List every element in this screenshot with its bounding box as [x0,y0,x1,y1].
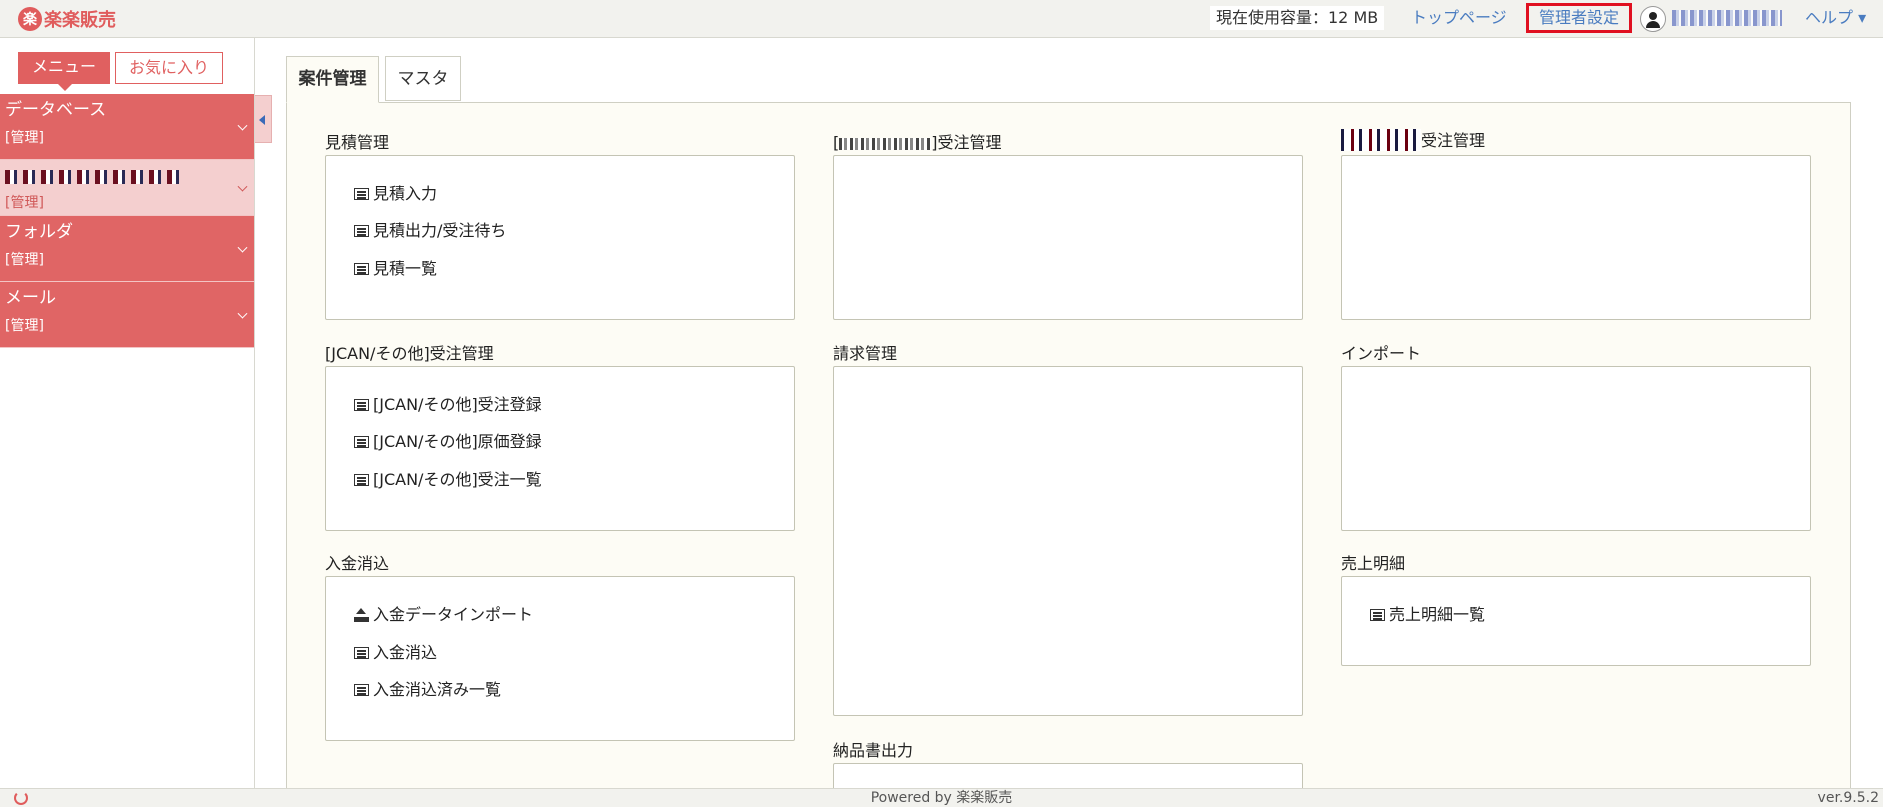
sidebar-item-sub: [管理] [5,130,44,146]
header-bar: 楽 楽楽販売 現在使用容量：12 MB トップページ 管理者設定 ヘルプ ▾ [0,0,1883,38]
masked-text [5,170,180,184]
sidebar-collapse-toggle[interactable] [255,95,272,143]
masked-text [1341,129,1421,151]
sidebar-item-sub: [管理] [5,318,44,334]
list-icon [354,399,369,411]
link-sales-detail-list[interactable]: 売上明細一覧 [1370,605,1485,625]
upload-icon [354,608,369,622]
entry-label: 見積入力 [373,184,438,203]
entry-label: 見積一覧 [373,259,438,278]
link-payment-import[interactable]: 入金データインポート [354,605,533,625]
section-box-sales: 売上明細一覧 [1341,576,1811,666]
section-title-billing: 請求管理 [833,344,898,363]
section-title-payment: 入金消込 [325,554,390,573]
link-payment-cleared-list[interactable]: 入金消込済み一覧 [354,680,501,700]
logo-text: 楽楽販売 [44,10,116,31]
section-title-import: インポート [1341,344,1422,363]
link-estimate-output[interactable]: 見積出力/受注待ち [354,221,506,241]
sidebar-item-sub: [管理] [5,252,44,268]
sidebar: メニュー お気に入り データベース [管理] [管理] フォルダ [管理] メー… [0,38,255,788]
logo-mark-icon: 楽 [18,7,42,31]
section-box-bracket-order [833,155,1303,320]
masked-text [839,137,932,150]
section-title-masked-order: 受注管理 [1341,129,1485,151]
link-jcan-order-register[interactable]: [JCAN/その他]受注登録 [354,395,542,415]
link-estimate-input[interactable]: 見積入力 [354,184,437,204]
link-jcan-cost-register[interactable]: [JCAN/その他]原価登録 [354,432,542,452]
sidebar-item-sub: [管理] [5,195,44,211]
section-box-jcan: [JCAN/その他]受注登録 [JCAN/その他]原価登録 [JCAN/その他]… [325,366,795,531]
sidebar-tab-menu[interactable]: メニュー [18,52,110,91]
section-box-payment: 入金データインポート 入金消込 入金消込済み一覧 [325,576,795,741]
sidebar-item-database[interactable]: データベース [管理] [0,94,254,160]
link-jcan-order-list[interactable]: [JCAN/その他]受注一覧 [354,470,542,490]
title-suffix: 受注管理 [1421,131,1486,150]
sidebar-tab-favorites[interactable]: お気に入り [115,52,223,84]
help-menu[interactable]: ヘルプ ▾ [1805,6,1866,30]
sidebar-item-title: メール [5,288,56,308]
sidebar-item-title: フォルダ [5,222,73,242]
main-panel: 見積管理 見積入力 見積出力/受注待ち 見積一覧 [JCAN/その他]受注管理 … [286,102,1851,807]
list-icon [354,225,369,237]
entry-label: 入金消込済み一覧 [373,680,502,699]
user-name-masked[interactable] [1672,10,1782,26]
version-label: ver.9.5.2 [1817,790,1879,806]
footer-bar: Powered by 楽楽販売 ver.9.5.2 [0,788,1883,807]
entry-label: 見積出力/受注待ち [373,221,507,240]
list-icon [354,263,369,275]
powered-by: Powered by 楽楽販売 [870,790,1013,806]
list-icon [354,436,369,448]
link-estimate-list[interactable]: 見積一覧 [354,259,437,279]
entry-label: 売上明細一覧 [1389,605,1486,624]
sidebar-item-title-masked [5,164,249,191]
section-box-masked-order [1341,155,1811,320]
app-logo[interactable]: 楽 楽楽販売 [18,6,116,32]
section-title-sales: 売上明細 [1341,554,1406,573]
link-payment-clear[interactable]: 入金消込 [354,643,437,663]
admin-settings-link[interactable]: 管理者設定 [1526,3,1632,33]
entry-label: [JCAN/その他]受注登録 [373,395,542,414]
section-title-bracket-order: []受注管理 [833,133,1002,153]
list-icon [354,474,369,486]
title-suffix: ]受注管理 [931,133,1002,152]
section-box-estimate: 見積入力 見積出力/受注待ち 見積一覧 [325,155,795,320]
entry-label: 入金データインポート [373,605,534,624]
list-icon [354,684,369,696]
sidebar-item-title: データベース [5,100,107,120]
section-title-jcan: [JCAN/その他]受注管理 [325,344,494,363]
list-icon [354,647,369,659]
sidebar-menu-list: データベース [管理] [管理] フォルダ [管理] メール [管理] [0,94,254,348]
tab-case-management[interactable]: 案件管理 [286,56,379,103]
storage-usage: 現在使用容量：12 MB [1210,6,1385,30]
sidebar-item-mail[interactable]: メール [管理] [0,282,254,348]
section-box-billing [833,366,1303,716]
user-avatar-icon[interactable] [1640,6,1666,32]
entry-label: 入金消込 [373,643,438,662]
section-title-estimate: 見積管理 [325,133,390,152]
list-icon [354,188,369,200]
list-icon [1370,609,1385,621]
section-box-import [1341,366,1811,531]
entry-label: [JCAN/その他]原価登録 [373,432,542,451]
section-title-delivery: 納品書出力 [833,741,914,760]
top-page-link[interactable]: トップページ [1411,6,1507,30]
sidebar-item-masked[interactable]: [管理] [0,160,254,216]
sidebar-item-folder[interactable]: フォルダ [管理] [0,216,254,282]
tab-master[interactable]: マスタ [385,56,461,101]
entry-label: [JCAN/その他]受注一覧 [373,470,542,489]
